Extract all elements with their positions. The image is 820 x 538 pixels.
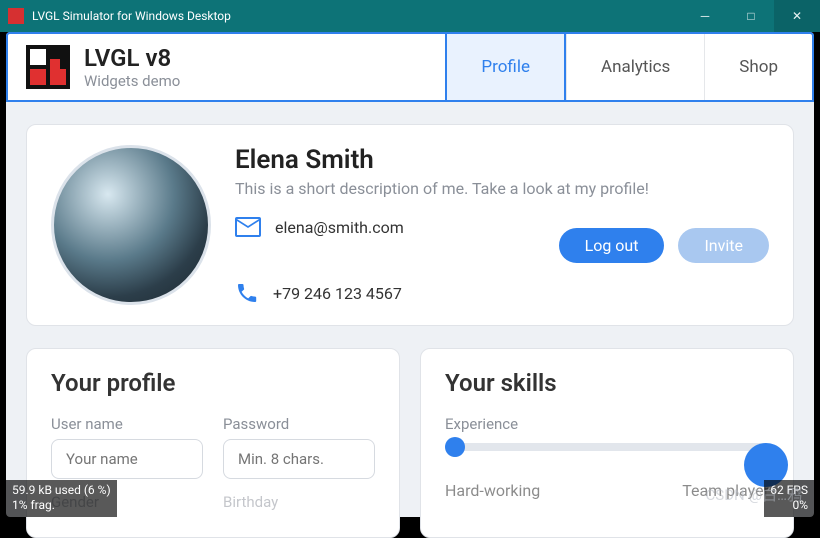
tab-bar: Profile Analytics Shop bbox=[447, 34, 812, 100]
password-field: Password bbox=[223, 415, 375, 479]
tab-analytics[interactable]: Analytics bbox=[566, 34, 704, 100]
window-title: LVGL Simulator for Windows Desktop bbox=[32, 9, 682, 23]
phone-text: +79 246 123 4567 bbox=[273, 284, 402, 303]
avatar bbox=[51, 145, 211, 305]
experience-label: Experience bbox=[445, 415, 769, 433]
experience-slider[interactable] bbox=[445, 443, 769, 451]
brand-subtitle: Widgets demo bbox=[84, 72, 180, 90]
tab-profile[interactable]: Profile bbox=[445, 32, 566, 102]
logout-button[interactable]: Log out bbox=[559, 228, 665, 263]
username-label: User name bbox=[51, 415, 203, 433]
window-buttons: ─ □ ✕ bbox=[682, 0, 820, 32]
mem-frag: 1% frag. bbox=[12, 498, 111, 514]
mem-used: 59.9 kB used (6 %) bbox=[12, 483, 111, 499]
close-button[interactable]: ✕ bbox=[774, 0, 820, 32]
your-skills-card: Your skills Experience Hard-working Team… bbox=[420, 348, 794, 538]
username-field: User name bbox=[51, 415, 203, 479]
email-text: elena@smith.com bbox=[275, 218, 404, 237]
slider-thumb[interactable] bbox=[445, 437, 465, 457]
profile-description: This is a short description of me. Take … bbox=[235, 179, 769, 198]
hard-working-label: Hard-working bbox=[445, 481, 540, 500]
mem-stats: 59.9 kB used (6 %) 1% frag. bbox=[6, 480, 117, 517]
phone-icon bbox=[235, 281, 259, 305]
profile-card: Elena Smith This is a short description … bbox=[26, 124, 794, 326]
lvgl-logo-icon bbox=[26, 45, 70, 89]
password-label: Password bbox=[223, 415, 375, 433]
app-content: LVGL v8 Widgets demo Profile Analytics S… bbox=[6, 32, 814, 517]
brand: LVGL v8 Widgets demo bbox=[8, 34, 447, 100]
scroll-area[interactable]: Elena Smith This is a short description … bbox=[6, 124, 814, 538]
phone-row: +79 246 123 4567 bbox=[235, 281, 769, 305]
birthday-label: Birthday bbox=[223, 493, 375, 511]
lower-row: Your profile User name Password Gender B… bbox=[26, 348, 794, 538]
app-icon bbox=[8, 8, 24, 24]
password-input[interactable] bbox=[223, 439, 375, 479]
mail-icon bbox=[235, 216, 261, 238]
brand-title: LVGL v8 bbox=[84, 44, 180, 72]
maximize-button[interactable]: □ bbox=[728, 0, 774, 32]
titlebar: LVGL Simulator for Windows Desktop ─ □ ✕ bbox=[0, 0, 820, 32]
watermark: CSDN @白…鸦 bbox=[706, 484, 802, 505]
username-input[interactable] bbox=[51, 439, 203, 479]
header: LVGL v8 Widgets demo Profile Analytics S… bbox=[6, 32, 814, 102]
your-profile-title: Your profile bbox=[51, 369, 375, 397]
profile-name: Elena Smith bbox=[235, 145, 769, 175]
your-skills-title: Your skills bbox=[445, 369, 769, 397]
profile-info: Elena Smith This is a short description … bbox=[235, 145, 769, 305]
minimize-button[interactable]: ─ bbox=[682, 0, 728, 32]
invite-button[interactable]: Invite bbox=[678, 228, 769, 263]
tab-shop[interactable]: Shop bbox=[704, 34, 812, 100]
